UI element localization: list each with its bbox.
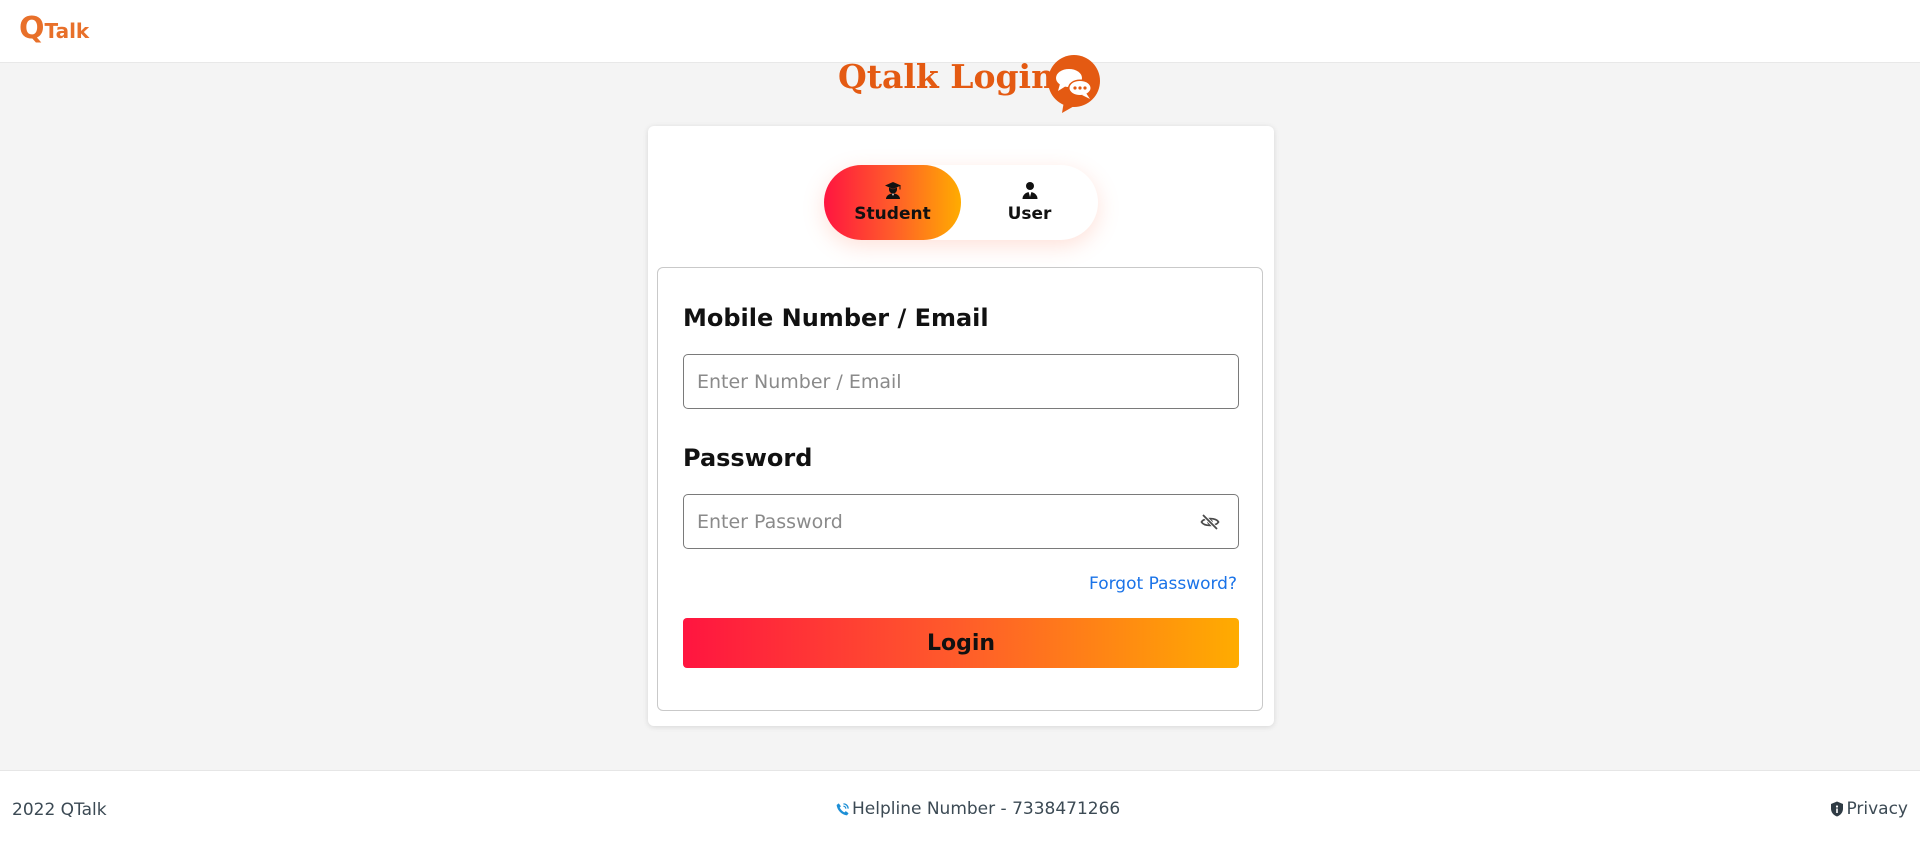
- privacy-link[interactable]: Privacy: [1830, 799, 1908, 819]
- password-label: Password: [683, 444, 813, 472]
- helpline: Helpline Number - 7338471266: [835, 799, 1120, 819]
- footer: 2022 QTalk Helpline Number - 7338471266 …: [0, 770, 1920, 848]
- brand-logo[interactable]: QTalk: [19, 14, 89, 44]
- login-card: Student User Mobile Number / Email Passw…: [648, 126, 1274, 726]
- tab-student-label: Student: [854, 204, 931, 224]
- page-title: Qtalk Login: [838, 57, 1056, 96]
- brand-logo-q: Q: [19, 11, 45, 46]
- login-type-toggle: Student User: [824, 165, 1098, 240]
- copyright-text: 2022 QTalk: [12, 800, 107, 820]
- top-bar: QTalk: [0, 0, 1920, 63]
- tab-user-label: User: [1007, 204, 1052, 224]
- forgot-password-link[interactable]: Forgot Password?: [1089, 574, 1237, 594]
- helpline-text: Helpline Number - 7338471266: [852, 799, 1121, 819]
- phone-icon: [836, 802, 849, 815]
- password-input[interactable]: [683, 494, 1239, 549]
- privacy-label: Privacy: [1846, 799, 1908, 819]
- tab-user[interactable]: User: [961, 165, 1098, 240]
- identifier-label: Mobile Number / Email: [683, 304, 989, 332]
- tab-student[interactable]: Student: [824, 165, 961, 240]
- user-icon: [1022, 182, 1037, 199]
- eye-slash-icon[interactable]: [1200, 512, 1220, 532]
- login-form: Mobile Number / Email Password Forgot Pa…: [657, 267, 1263, 711]
- brand-logo-text: Talk: [44, 19, 90, 43]
- shield-icon: [1831, 801, 1844, 817]
- graduate-icon: [884, 182, 901, 199]
- identifier-input[interactable]: [683, 354, 1239, 409]
- chat-bubbles-icon: [1048, 55, 1100, 113]
- login-button[interactable]: Login: [683, 618, 1239, 668]
